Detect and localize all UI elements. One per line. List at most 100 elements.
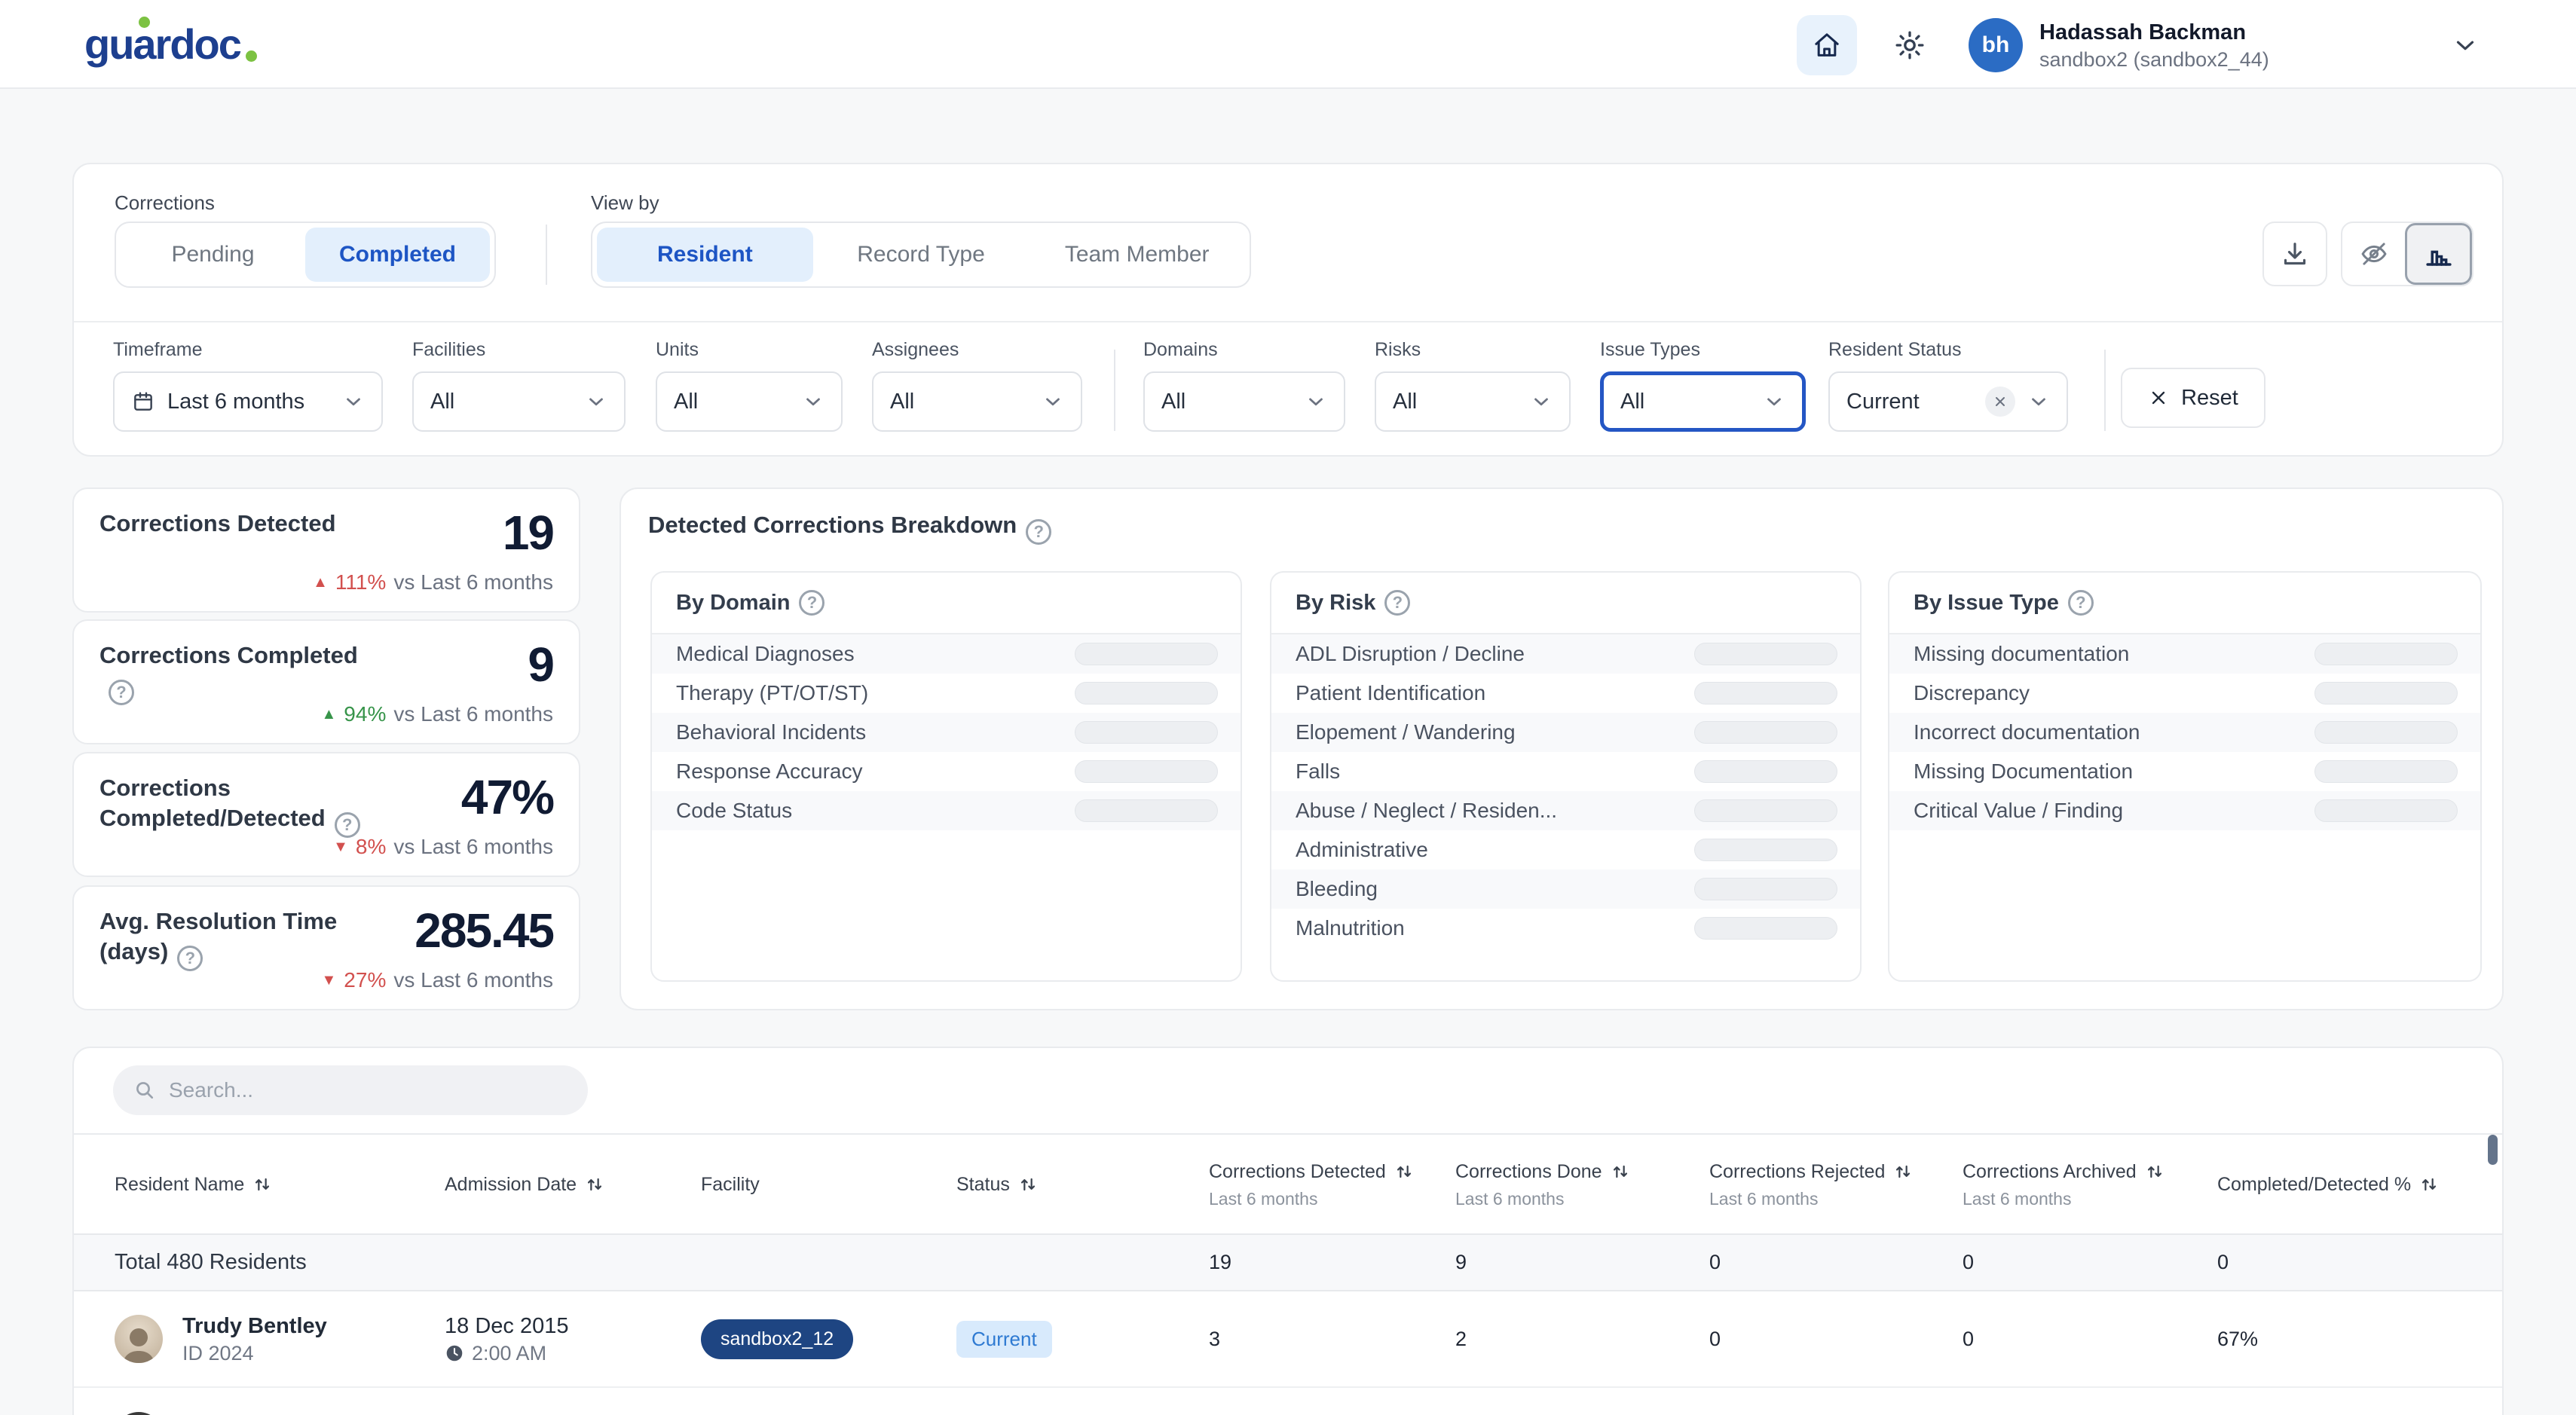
- breakdown-row-label: Malnutrition: [1296, 916, 1694, 940]
- panel-rows: Missing documentation Discrepancy Incorr…: [1889, 634, 2480, 830]
- filter-group: Facilities All: [412, 339, 626, 432]
- controls-panel: Corrections PendingCompleted View by Res…: [72, 163, 2504, 457]
- breakdown-row: Malnutrition: [1271, 909, 1860, 948]
- kpi-delta-pct: 27%: [344, 968, 386, 992]
- column-header-label: Completed/Detected %: [2217, 1174, 2411, 1195]
- sort-icon[interactable]: [1017, 1174, 1039, 1195]
- sort-icon[interactable]: [1394, 1161, 1415, 1182]
- clock-icon: [445, 1343, 464, 1363]
- help-icon[interactable]: [799, 590, 825, 616]
- filter-label: Domains: [1143, 339, 1345, 361]
- toolbar-divider: [546, 225, 547, 285]
- column-header[interactable]: Status: [956, 1172, 1209, 1197]
- trend-arrow-icon: ▼: [333, 839, 348, 856]
- column-header[interactable]: Completed/Detected %: [2217, 1172, 2502, 1197]
- logo-text: guardoc: [84, 20, 240, 68]
- column-header[interactable]: Corrections Rejected Last 6 months: [1709, 1159, 1963, 1209]
- column-header-sub: Last 6 months: [1709, 1189, 1940, 1209]
- resident-row[interactable]: Trudy Bentley ID 2024 18 Dec 2015 2:00 A…: [74, 1291, 2502, 1388]
- chevron-down-icon: [342, 390, 365, 413]
- sort-icon[interactable]: [2144, 1161, 2165, 1182]
- kpi-value: 47%: [461, 773, 553, 838]
- bar-track: [1694, 878, 1837, 900]
- help-icon[interactable]: [1026, 519, 1051, 545]
- filter-select[interactable]: All: [656, 371, 843, 432]
- chart-view-button[interactable]: [2405, 223, 2472, 285]
- breakdown-row: Response Accuracy: [652, 752, 1241, 791]
- filter-select[interactable]: Last 6 months: [113, 371, 383, 432]
- column-header[interactable]: Corrections Archived Last 6 months: [1963, 1159, 2217, 1209]
- download-button[interactable]: [2262, 222, 2327, 286]
- help-icon[interactable]: [2068, 590, 2094, 616]
- home-button[interactable]: [1797, 15, 1857, 75]
- admission-time: 2:00 AM: [445, 1340, 701, 1366]
- kpi-card: Corrections Completed/Detected 47% ▼ 8% …: [72, 752, 580, 877]
- help-icon[interactable]: [335, 812, 360, 838]
- help-icon[interactable]: [109, 680, 134, 705]
- clear-filter-icon[interactable]: [1985, 387, 2015, 417]
- help-icon[interactable]: [1384, 590, 1410, 616]
- total-value: 0: [2217, 1251, 2502, 1274]
- kpi-delta: ▲ 94% vs Last 6 months: [322, 702, 554, 726]
- breakdown-row-label: Critical Value / Finding: [1914, 799, 2314, 823]
- column-header[interactable]: Admission Date: [445, 1172, 701, 1197]
- kpi-value: 19: [503, 509, 553, 557]
- breakdown-row-label: Code Status: [676, 799, 1075, 823]
- column-header-sub: Last 6 months: [1963, 1189, 2195, 1209]
- toggle-tab[interactable]: Record Type: [813, 228, 1029, 282]
- filter-value: All: [1620, 390, 1751, 414]
- bar-track: [1694, 760, 1837, 783]
- toggle-tab[interactable]: Pending: [121, 228, 305, 282]
- completed-detected-pct-value: 67%: [2217, 1328, 2502, 1351]
- toggle-tab[interactable]: Completed: [305, 228, 490, 282]
- total-value: 0: [1709, 1251, 1963, 1274]
- sort-icon[interactable]: [1610, 1161, 1631, 1182]
- filters-divider-2: [2104, 350, 2106, 431]
- toggle-tab[interactable]: Team Member: [1029, 228, 1245, 282]
- sort-icon[interactable]: [252, 1174, 273, 1195]
- total-row-label: Total 480 Residents: [115, 1250, 1209, 1275]
- user-menu[interactable]: bh Hadassah Backman sandbox2 (sandbox2_4…: [1969, 14, 2269, 77]
- chevron-down-icon: [1042, 390, 1064, 413]
- hide-charts-button[interactable]: [2342, 223, 2405, 285]
- sort-icon[interactable]: [1892, 1161, 1914, 1182]
- filter-group: Issue Types All: [1600, 339, 1806, 432]
- filter-group: Resident Status Current: [1828, 339, 2068, 432]
- column-header[interactable]: Facility: [701, 1172, 956, 1197]
- table-scrollbar[interactable]: [2488, 1135, 2498, 1165]
- chevron-down-icon: [2027, 390, 2050, 413]
- reset-filters-button[interactable]: Reset: [2121, 368, 2265, 428]
- help-icon[interactable]: [177, 946, 203, 971]
- column-header-label: Corrections Archived: [1963, 1161, 2137, 1182]
- column-header[interactable]: Corrections Detected Last 6 months: [1209, 1159, 1455, 1209]
- column-header[interactable]: Corrections Done Last 6 months: [1455, 1159, 1709, 1209]
- settings-button[interactable]: [1880, 15, 1940, 75]
- column-header-sub: Last 6 months: [1209, 1189, 1433, 1209]
- breakdown-row: Behavioral Incidents: [652, 713, 1241, 752]
- kpi-delta-pct: 111%: [335, 570, 386, 594]
- controls-divider: [74, 321, 2502, 322]
- search-input[interactable]: [169, 1078, 568, 1102]
- chevron-down-icon[interactable]: [2451, 29, 2484, 62]
- admission-time-text: 2:00 AM: [472, 1340, 546, 1366]
- filter-select[interactable]: All: [412, 371, 626, 432]
- tab-label: Team Member: [1065, 242, 1210, 267]
- filter-group: Units All: [656, 339, 843, 432]
- filter-select[interactable]: All: [1375, 371, 1571, 432]
- sort-icon[interactable]: [584, 1174, 605, 1195]
- kpi-delta: ▼ 8% vs Last 6 months: [333, 835, 553, 859]
- sort-icon[interactable]: [2418, 1174, 2440, 1195]
- filter-select[interactable]: Current: [1828, 371, 2068, 432]
- filter-select[interactable]: All: [1600, 371, 1806, 432]
- x-icon: [2148, 387, 2169, 408]
- filter-select[interactable]: All: [1143, 371, 1345, 432]
- breakdown-row-label: Incorrect documentation: [1914, 720, 2314, 744]
- kpi-card: Avg. Resolution Time (days) 285.45 ▼ 27%…: [72, 885, 580, 1010]
- chevron-down-icon: [1530, 390, 1553, 413]
- toggle-tab[interactable]: Resident: [597, 228, 813, 282]
- view-mode-segment: [2341, 222, 2474, 286]
- resident-avatar: [115, 1315, 163, 1363]
- column-header[interactable]: Resident Name: [115, 1172, 445, 1197]
- chevron-down-icon: [1305, 390, 1327, 413]
- filter-select[interactable]: All: [872, 371, 1082, 432]
